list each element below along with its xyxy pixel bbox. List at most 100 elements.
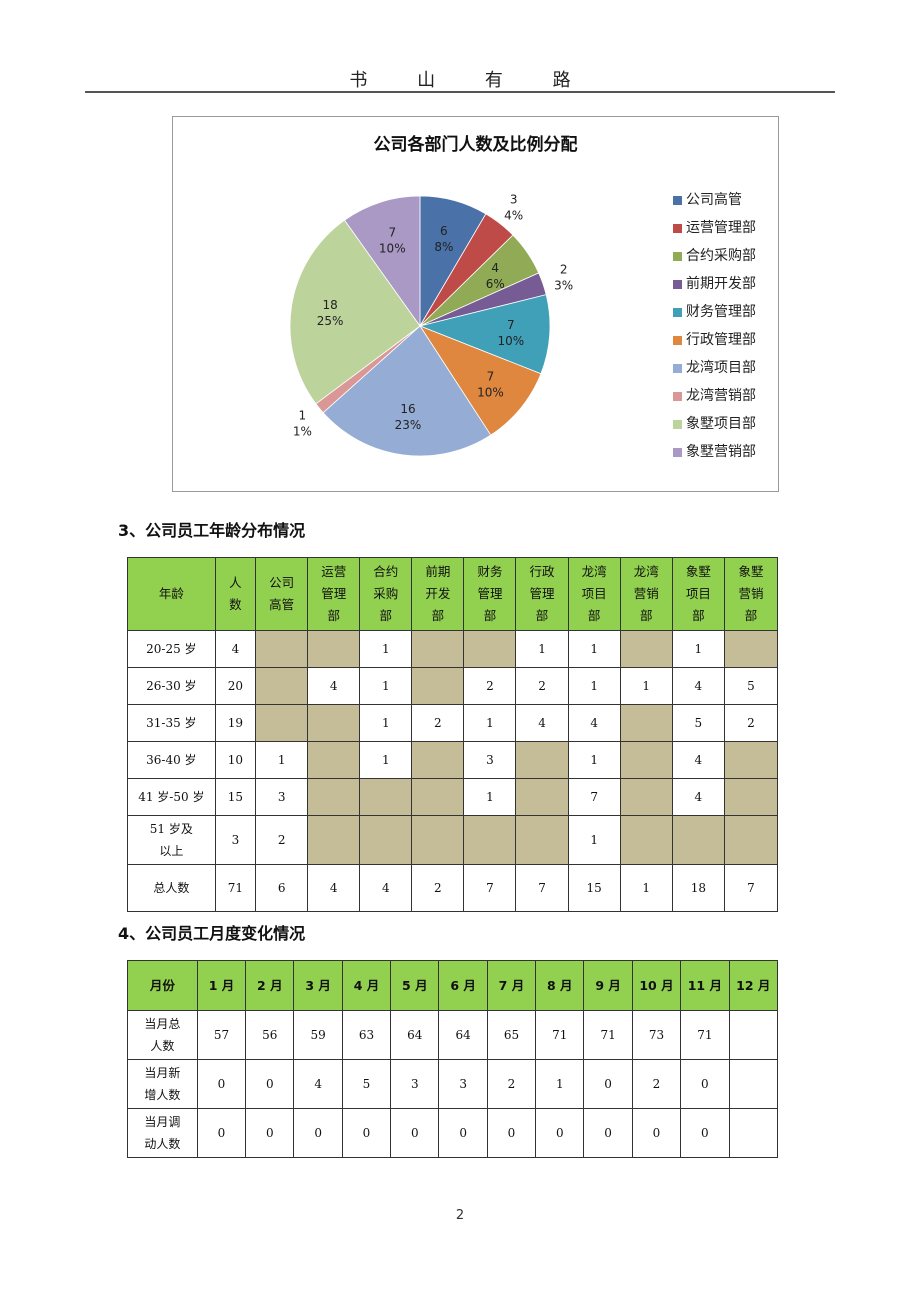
table-cell: 3 xyxy=(214,815,257,865)
empty-cell xyxy=(307,630,361,668)
slice-value-label: 2 xyxy=(560,262,568,276)
legend-label: 财务管理部 xyxy=(686,304,756,320)
legend-item: 象墅项目部 xyxy=(673,409,756,437)
page-header-title: 书 山 有 路 xyxy=(349,70,593,91)
table-cell: 0 xyxy=(535,1108,585,1158)
legend-swatch xyxy=(673,195,682,205)
column-header: 年龄 xyxy=(127,557,216,631)
table-cell: 7 xyxy=(723,864,779,912)
table-cell: 4 xyxy=(567,704,621,742)
legend-item: 公司高管 xyxy=(673,185,756,213)
table-row: 41 岁-50 岁 15 3 1 7 4 xyxy=(127,778,779,816)
table-header-row: 年龄人数公司 高管 运营 管理部合约 采购部前期 开发部财务 管理部行政 管理部龙湾 项目部龙湾… xyxy=(127,557,779,631)
age-distribution-table: 年龄人数公司 高管 运营 管理部合约 采购部前期 开发部财务 管理部行政 管理部龙湾 项目部龙湾… xyxy=(127,557,779,912)
table-cell: 71 xyxy=(214,864,257,912)
empty-cell xyxy=(723,630,779,668)
legend-item: 行政管理部 xyxy=(673,325,756,353)
table-cell: 1 xyxy=(535,1059,585,1109)
row-label: 当月调 动人数 xyxy=(127,1108,198,1158)
empty-cell xyxy=(255,667,309,705)
legend-item: 财务管理部 xyxy=(673,297,756,325)
table-cell: 64 xyxy=(438,1010,488,1060)
column-header: 5 月 xyxy=(390,960,440,1011)
column-header: 11 月 xyxy=(680,960,730,1011)
table-cell: 4 xyxy=(293,1059,343,1109)
table-cell: 0 xyxy=(245,1059,295,1109)
table-cell: 1 xyxy=(359,667,413,705)
legend-swatch xyxy=(673,419,682,429)
column-header: 10 月 xyxy=(631,960,682,1011)
table-cell: 1 xyxy=(619,864,673,912)
table-row: 20-25 岁41111 xyxy=(127,630,779,668)
slice-percent-label: 6% xyxy=(486,277,505,291)
empty-cell xyxy=(411,667,465,705)
table-cell: 1 xyxy=(515,630,569,668)
empty-cell xyxy=(619,741,673,779)
column-header: 4 月 xyxy=(341,960,392,1011)
column-header: 合约 采购部 xyxy=(359,557,413,631)
empty-cell xyxy=(411,630,465,668)
monthly-change-table: 月份 1 月2 月3 月4 月5 月6 月7 月8 月9 月 10 月 11 月 12 … xyxy=(127,960,779,1158)
slice-percent-label: 10% xyxy=(477,386,504,400)
table-cell: 1 xyxy=(255,741,309,779)
empty-cell xyxy=(411,741,465,779)
column-header: 前期 开发部 xyxy=(411,557,465,631)
table-row: 当月总 人数 57 56 59 63 64 64 65 71 71 73 71 xyxy=(127,1010,779,1060)
legend-swatch xyxy=(673,335,682,345)
slice-value-label: 6 xyxy=(440,224,448,238)
table-cell: 19 xyxy=(214,704,257,742)
empty-cell xyxy=(515,741,569,779)
table-row: 当月调 动人数 0 0 0 0 0 0 0 0 0 0 0 xyxy=(127,1108,779,1158)
table-cell: 4 xyxy=(515,704,569,742)
table-cell: 71 xyxy=(680,1010,730,1060)
legend-swatch xyxy=(673,307,682,317)
header-divider xyxy=(85,91,835,93)
table-cell: 20 xyxy=(214,667,257,705)
table-cell: 56 xyxy=(245,1010,295,1060)
column-header: 2 月 xyxy=(245,960,295,1011)
table-cell: 0 xyxy=(486,1108,537,1158)
total-row: 总人数 71 6 4 4 2 7 7 15 1 18 7 xyxy=(127,864,779,912)
table-cell: 18 xyxy=(671,864,725,912)
column-header: 1 月 xyxy=(196,960,247,1011)
table-cell: 4 xyxy=(307,667,361,705)
table-cell: 1 xyxy=(567,667,621,705)
table-cell: 15 xyxy=(567,864,621,912)
table-cell: 1 xyxy=(619,667,673,705)
legend-label: 运营管理部 xyxy=(686,220,756,236)
legend-swatch xyxy=(673,251,682,261)
table-row: 当月新 增人数 0 0 4 5 3 3 2 1 0 2 0 xyxy=(127,1059,779,1109)
legend-label: 龙湾营销部 xyxy=(686,388,756,404)
empty-cell xyxy=(411,815,465,865)
table-cell: 0 xyxy=(196,1059,247,1109)
slice-value-label: 7 xyxy=(487,370,495,384)
row-label: 36-40 岁 xyxy=(127,741,216,779)
table-cell: 63 xyxy=(341,1010,392,1060)
empty-cell xyxy=(359,778,413,816)
row-label: 41 岁-50 岁 xyxy=(127,778,216,816)
table-cell: 71 xyxy=(583,1010,633,1060)
table-cell: 0 xyxy=(196,1108,247,1158)
empty-cell xyxy=(359,815,413,865)
table-row: 51 岁及 以上 3 2 1 xyxy=(127,815,779,865)
table-cell: 10 xyxy=(214,741,257,779)
table-cell xyxy=(728,1010,779,1060)
slice-value-label: 18 xyxy=(322,298,337,312)
slice-percent-label: 4% xyxy=(504,208,523,222)
table-cell: 4 xyxy=(359,864,413,912)
table-cell: 1 xyxy=(463,778,517,816)
row-label: 当月新 增人数 xyxy=(127,1059,198,1109)
slice-value-label: 16 xyxy=(400,402,415,416)
table-cell: 1 xyxy=(359,630,413,668)
table-cell: 2 xyxy=(515,667,569,705)
monthly-section-heading: 4、公司员工月度变化情况 xyxy=(118,924,306,943)
legend-item: 合约采购部 xyxy=(673,241,756,269)
row-label: 31-35 岁 xyxy=(127,704,216,742)
legend-label: 象墅营销部 xyxy=(686,444,756,460)
legend-swatch xyxy=(673,223,682,233)
table-cell: 0 xyxy=(680,1059,730,1109)
table-cell: 1 xyxy=(567,815,621,865)
table-cell: 64 xyxy=(390,1010,440,1060)
slice-value-label: 7 xyxy=(388,225,396,239)
empty-cell xyxy=(515,815,569,865)
